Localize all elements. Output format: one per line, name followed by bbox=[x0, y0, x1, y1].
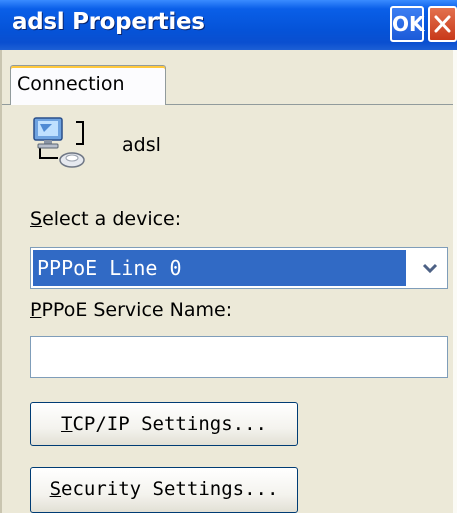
window-right-border bbox=[453, 50, 457, 513]
tab-strip-line bbox=[166, 104, 453, 105]
ok-button[interactable]: OK bbox=[390, 6, 425, 42]
window-left-border bbox=[0, 50, 2, 513]
tab-connection-label: Connection bbox=[17, 73, 125, 95]
close-icon bbox=[434, 15, 451, 33]
chevron-down-icon bbox=[422, 263, 438, 274]
security-settings-button[interactable]: Security Settings... bbox=[30, 467, 298, 513]
title-bar: adsl Properties OK bbox=[0, 0, 457, 50]
tcpip-settings-button[interactable]: TCP/IP Settings... bbox=[30, 402, 298, 446]
network-connection-icon bbox=[33, 117, 85, 168]
close-button[interactable] bbox=[428, 6, 457, 42]
tab-connection[interactable]: Connection bbox=[10, 65, 166, 105]
device-select-value: PPPoE Line 0 bbox=[33, 250, 406, 286]
window-title: adsl Properties bbox=[12, 9, 205, 35]
connection-name: adsl bbox=[122, 134, 161, 156]
select-device-label: Select a device: bbox=[30, 208, 182, 230]
service-name-input[interactable] bbox=[30, 336, 448, 378]
service-name-label: PPPoE Service Name: bbox=[30, 299, 233, 321]
device-select[interactable]: PPPoE Line 0 bbox=[30, 247, 448, 289]
tab-strip-line bbox=[2, 104, 10, 105]
